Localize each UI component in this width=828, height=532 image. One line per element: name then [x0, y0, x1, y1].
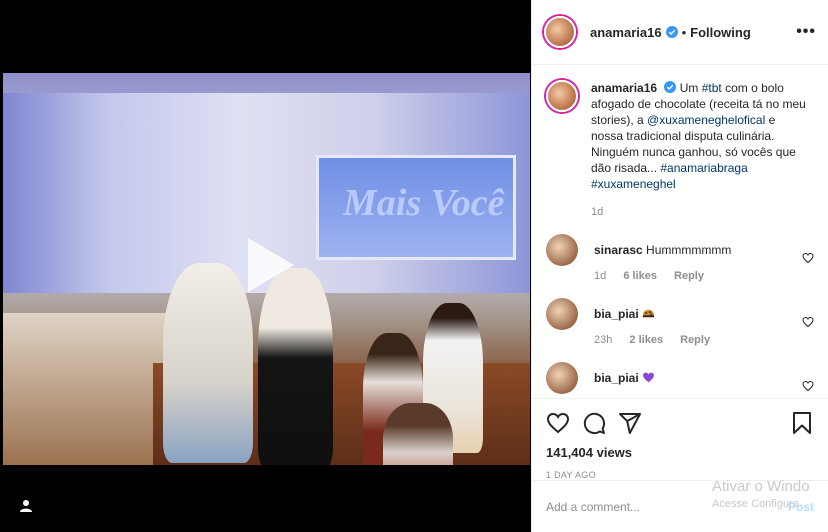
- comment-likes[interactable]: 6 likes: [623, 270, 657, 282]
- cookie-emoji: [642, 309, 655, 318]
- person-figure: [383, 403, 453, 465]
- comment-timestamp[interactable]: 1d: [594, 270, 606, 282]
- comment-body: sinarasc Hummmmmmm 1d 6 likes Reply: [594, 234, 794, 284]
- avatar[interactable]: [546, 362, 578, 394]
- avatar[interactable]: [546, 298, 578, 330]
- separator-dot: •: [681, 24, 687, 40]
- heart-icon[interactable]: [546, 411, 570, 435]
- purple-heart-emoji: [643, 372, 654, 383]
- user-icon[interactable]: [17, 497, 35, 515]
- reply-button[interactable]: Reply: [680, 334, 710, 346]
- comment-timestamp[interactable]: 23h: [594, 334, 612, 346]
- view-count[interactable]: 141,404 views: [546, 445, 814, 460]
- person-figure: [258, 268, 333, 465]
- comment-meta: 23h 2 likes Reply: [594, 332, 794, 348]
- comment-body: bia_piai: [594, 362, 794, 394]
- comment-text: Hummmmmmm: [646, 243, 732, 257]
- comment-body: bia_piai 23h 2 likes Reply: [594, 298, 794, 348]
- avatar[interactable]: [546, 234, 578, 266]
- caption-timestamp[interactable]: 1d: [591, 204, 808, 220]
- avatar[interactable]: [544, 16, 576, 48]
- verified-badge-icon: [665, 26, 678, 38]
- heart-icon[interactable]: [802, 252, 814, 264]
- comment-username[interactable]: bia_piai: [594, 371, 639, 385]
- author-username[interactable]: anamaria16: [590, 25, 662, 40]
- comment-item: bia_piai: [546, 362, 816, 394]
- mention-link[interactable]: @xuxameneghelofical: [647, 113, 765, 127]
- bookmark-icon[interactable]: [790, 411, 814, 435]
- caption-text: Um #tbt com o bolo afogado de chocolate …: [591, 81, 806, 191]
- comment-input[interactable]: [546, 499, 706, 514]
- post-header: anamaria16 • Following •••: [532, 0, 828, 65]
- comment-likes[interactable]: 2 likes: [629, 334, 663, 346]
- hashtag-link[interactable]: #xuxameneghel: [591, 177, 676, 191]
- heart-icon[interactable]: [802, 316, 814, 328]
- kitchen-counter: [3, 313, 173, 465]
- show-logo: Mais Você: [343, 182, 505, 224]
- add-comment-bar: Post: [532, 480, 828, 532]
- hashtag-link[interactable]: #anamariabraga: [660, 161, 747, 175]
- comments-list[interactable]: anamaria16 Um #tbt com o bolo afogado de…: [532, 66, 828, 397]
- caption-username[interactable]: anamaria16: [591, 81, 657, 95]
- comment-meta: 1d 6 likes Reply: [594, 268, 794, 284]
- post-actions: 141,404 views 1 DAY AGO: [532, 398, 828, 480]
- play-icon[interactable]: [242, 234, 298, 296]
- caption-body: anamaria16 Um #tbt com o bolo afogado de…: [591, 80, 808, 220]
- person-figure: [163, 263, 253, 463]
- post-details-panel: anamaria16 • Following ••• anamaria16 Um…: [531, 0, 828, 532]
- video-player[interactable]: Mais Você: [0, 0, 531, 532]
- caption-segment: Um: [679, 81, 702, 95]
- reply-button[interactable]: Reply: [674, 270, 704, 282]
- action-icon-row: [546, 407, 814, 439]
- comment-item: bia_piai 23h 2 likes Reply: [546, 298, 816, 348]
- hashtag-link[interactable]: #tbt: [702, 81, 722, 95]
- instagram-post-modal: Mais Você anamaria16 • Following ••• ana…: [0, 0, 828, 532]
- post-caption: anamaria16 Um #tbt com o bolo afogado de…: [546, 80, 816, 220]
- comment-username[interactable]: sinarasc: [594, 243, 643, 257]
- post-date[interactable]: 1 DAY AGO: [546, 470, 814, 480]
- comment-item: sinarasc Hummmmmmm 1d 6 likes Reply: [546, 234, 816, 284]
- comment-icon[interactable]: [582, 411, 606, 435]
- post-comment-button[interactable]: Post: [788, 500, 814, 514]
- verified-badge-icon: [664, 81, 677, 93]
- share-icon[interactable]: [618, 411, 642, 435]
- heart-icon[interactable]: [802, 380, 814, 392]
- avatar[interactable]: [546, 80, 578, 112]
- following-button[interactable]: Following: [690, 25, 751, 40]
- comment-username[interactable]: bia_piai: [594, 307, 639, 321]
- more-options-icon[interactable]: •••: [796, 23, 816, 41]
